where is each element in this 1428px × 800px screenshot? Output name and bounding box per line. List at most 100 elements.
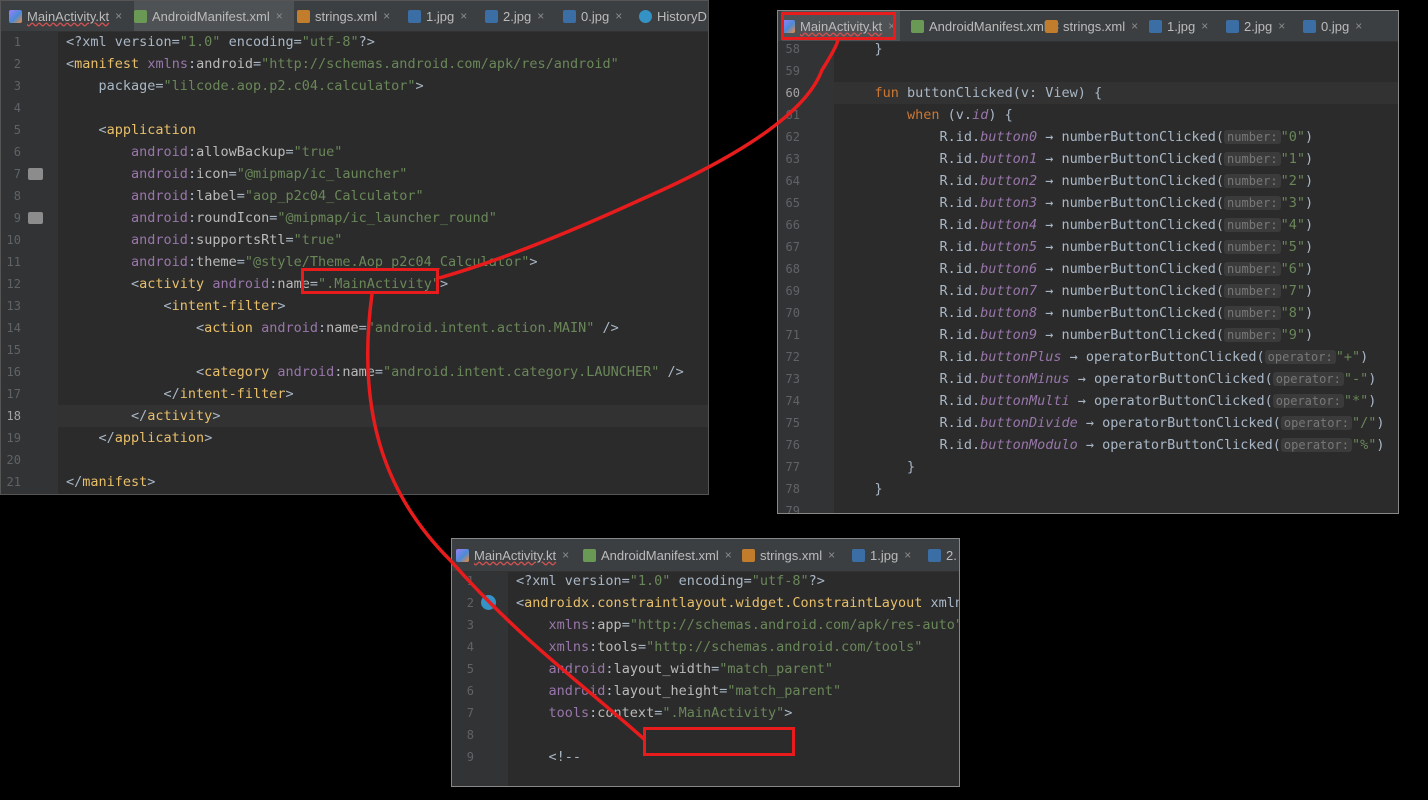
file-type-icon: [911, 19, 924, 33]
line-number: 68: [785, 262, 800, 276]
code-line: xmlns:tools="http://schemas.android.com/…: [548, 639, 923, 655]
line-number: 78: [785, 482, 800, 496]
line-number: 14: [6, 321, 21, 335]
code-line: R.id.button6 → numberButtonClicked(numbe…: [842, 261, 1314, 277]
highlight-box-manifest-activity: [301, 268, 439, 294]
tab-androidmanifest-xml[interactable]: AndroidManifest.xml×: [911, 11, 1060, 41]
tab-label: 2.jpg: [1244, 18, 1273, 34]
line-number: 19: [6, 431, 21, 445]
close-tab-icon[interactable]: ×: [615, 9, 622, 23]
code-line: }: [842, 41, 883, 57]
line-number: 17: [6, 387, 21, 401]
line-number: 21: [6, 475, 21, 489]
tab-2-jpg[interactable]: 2.jpg ×: [1226, 11, 1296, 41]
line-number: 5: [13, 123, 21, 137]
line-number: 7: [466, 706, 474, 720]
close-tab-icon[interactable]: ×: [115, 9, 122, 23]
close-tab-icon[interactable]: ×: [1201, 19, 1208, 33]
tab-label: AndroidManifest.xml: [152, 8, 270, 24]
tab-2-[interactable]: 2.: [928, 539, 959, 571]
tab-label: MainActivity.kt: [474, 547, 557, 563]
code-line: }: [842, 481, 883, 497]
tab-1-jpg[interactable]: 1.jpg ×: [408, 1, 482, 31]
line-number: 69: [785, 284, 800, 298]
code-line: R.id.button7 → numberButtonClicked(numbe…: [842, 283, 1314, 299]
tab-strings-xml[interactable]: strings.xml ×: [297, 1, 405, 31]
tab-label: AndroidManifest.xml: [601, 547, 719, 563]
line-number: 60: [785, 86, 800, 100]
highlight-box-kotlin-tab: [781, 12, 896, 40]
tab-label: strings.xml: [760, 547, 823, 563]
file-type-icon: [485, 9, 498, 23]
code-line: R.id.buttonMulti → operatorButtonClicked…: [842, 393, 1377, 409]
image-preview-icon[interactable]: [28, 168, 43, 180]
close-tab-icon[interactable]: ×: [725, 548, 732, 562]
line-number: 61: [785, 108, 800, 122]
close-tab-icon[interactable]: ×: [383, 9, 390, 23]
image-preview-icon[interactable]: [28, 212, 43, 224]
code-line: <androidx.constraintlayout.widget.Constr…: [516, 595, 959, 611]
kotlin-editor-panel: MainActivity.kt×AndroidManifest.xml×stri…: [777, 10, 1399, 514]
code-area[interactable]: <?xml version="1.0" encoding="utf-8"?> <m…: [58, 31, 708, 494]
class-badge-icon[interactable]: [481, 595, 496, 610]
tab-androidmanifest-xml[interactable]: AndroidManifest.xml ×: [583, 539, 733, 571]
file-type-icon: [1149, 19, 1162, 33]
tab-2-jpg[interactable]: 2.jpg ×: [485, 1, 560, 31]
close-tab-icon[interactable]: ×: [562, 548, 569, 562]
tab-strings-xml[interactable]: strings.xml ×: [1045, 11, 1141, 41]
tab-androidmanifest-xml[interactable]: AndroidManifest.xml ×: [134, 1, 294, 31]
close-tab-icon[interactable]: ×: [828, 548, 835, 562]
tab-label: 1.jpg: [426, 8, 455, 24]
code-line: <manifest xmlns:android="http://schemas.…: [66, 56, 619, 72]
line-number: 63: [785, 152, 800, 166]
close-tab-icon[interactable]: ×: [1278, 19, 1285, 33]
line-number: 16: [6, 365, 21, 379]
code-line: <?xml version="1.0" encoding="utf-8"?>: [66, 34, 375, 50]
close-tab-icon[interactable]: ×: [1131, 19, 1138, 33]
editor-tab-bar: MainActivity.kt×AndroidManifest.xml×stri…: [452, 539, 959, 572]
line-number: 9: [466, 750, 474, 764]
code-line: </application>: [66, 430, 213, 446]
code-line: <intent-filter>: [66, 298, 286, 314]
close-tab-icon[interactable]: ×: [904, 548, 911, 562]
file-type-icon: [852, 548, 865, 562]
line-number: 6: [13, 145, 21, 159]
file-type-icon: [583, 548, 596, 562]
code-line: android:label="aop_p2c04_Calculator": [131, 188, 424, 204]
line-number: 74: [785, 394, 800, 408]
close-tab-icon[interactable]: ×: [537, 9, 544, 23]
line-number: 9: [13, 211, 21, 225]
tab-label: 0.jpg: [1321, 18, 1350, 34]
file-type-icon: [408, 9, 421, 23]
file-type-icon: [639, 9, 652, 23]
code-line: <action android:name="android.intent.act…: [66, 320, 619, 336]
code-line: }: [842, 459, 916, 475]
tab-1-jpg[interactable]: 1.jpg ×: [1149, 11, 1219, 41]
tab-0-jpg[interactable]: 0.jpg ×: [1303, 11, 1373, 41]
code-line: R.id.buttonDivide → operatorButtonClicke…: [842, 415, 1385, 431]
tab-label: 1.jpg: [870, 547, 899, 563]
line-number-gutter: 1 2 3 4 5 6 7 8 9: [452, 572, 508, 786]
close-tab-icon[interactable]: ×: [1355, 19, 1362, 33]
code-area[interactable]: } fun buttonClicked(v: View) { when (v.i…: [834, 41, 1398, 513]
line-number: 77: [785, 460, 800, 474]
close-tab-icon[interactable]: ×: [276, 9, 283, 23]
code-line: R.id.button2 → numberButtonClicked(numbe…: [842, 173, 1314, 189]
tab-1-jpg[interactable]: 1.jpg ×: [852, 539, 920, 571]
tab-historyd[interactable]: HistoryD: [639, 1, 708, 31]
tab-0-jpg[interactable]: 0.jpg ×: [563, 1, 636, 31]
line-number: 58: [785, 42, 800, 56]
code-line: <application: [66, 122, 197, 138]
tab-strings-xml[interactable]: strings.xml ×: [742, 539, 844, 571]
code-line: R.id.button1 → numberButtonClicked(numbe…: [842, 151, 1314, 167]
code-line: android:allowBackup="true": [131, 144, 343, 160]
line-number: 75: [785, 416, 800, 430]
line-number-gutter: 1 2 3 4 5 6 7 8 9 10 11 12 13 14 15 16 17 18 19 20 21: [1, 31, 58, 494]
close-tab-icon[interactable]: ×: [460, 9, 467, 23]
line-number: 12: [6, 277, 21, 291]
tab-mainactivity-kt[interactable]: MainActivity.kt ×: [9, 1, 129, 31]
tab-mainactivity-kt[interactable]: MainActivity.kt ×: [456, 539, 574, 571]
